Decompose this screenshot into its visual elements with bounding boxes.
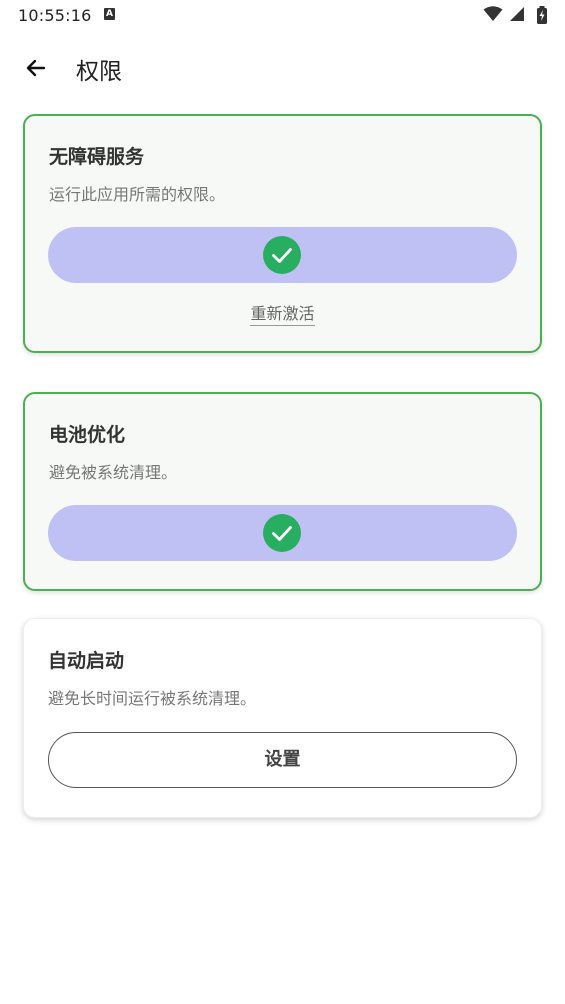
battery-status-button[interactable] xyxy=(48,505,517,561)
page-title: 权限 xyxy=(76,59,122,85)
reactivate-link[interactable]: 重新激活 xyxy=(250,304,315,326)
autostart-card: 自动启动 避免长时间运行被系统清理。 设置 xyxy=(23,618,542,818)
card-description: 避免长时间运行被系统清理。 xyxy=(48,689,257,708)
card-description: 运行此应用所需的权限。 xyxy=(49,185,226,204)
autostart-settings-button[interactable]: 设置 xyxy=(48,732,517,788)
card-title: 无障碍服务 xyxy=(49,146,145,168)
app-bar: 权限 xyxy=(0,40,565,96)
back-button[interactable] xyxy=(18,50,54,86)
card-title: 自动启动 xyxy=(48,650,125,672)
card-title: 电池优化 xyxy=(49,424,126,446)
card-description: 避免被系统清理。 xyxy=(49,463,178,482)
wifi-icon xyxy=(483,6,503,21)
signal-icon xyxy=(510,7,524,21)
accessibility-service-card: 无障碍服务 运行此应用所需的权限。 重新激活 xyxy=(23,114,542,353)
status-time: 10:55:16 xyxy=(18,6,92,25)
battery-charging-icon xyxy=(537,6,547,24)
accessibility-status-button[interactable] xyxy=(48,227,517,283)
arrow-left-icon xyxy=(26,59,46,77)
reactivate-link-row: 重新激活 xyxy=(25,300,540,326)
a-notification-icon: A xyxy=(104,8,115,20)
status-bar: 10:55:16 A xyxy=(0,0,565,32)
battery-optimization-card: 电池优化 避免被系统清理。 xyxy=(23,392,542,591)
check-circle-icon xyxy=(263,514,301,552)
check-circle-icon xyxy=(263,236,301,274)
